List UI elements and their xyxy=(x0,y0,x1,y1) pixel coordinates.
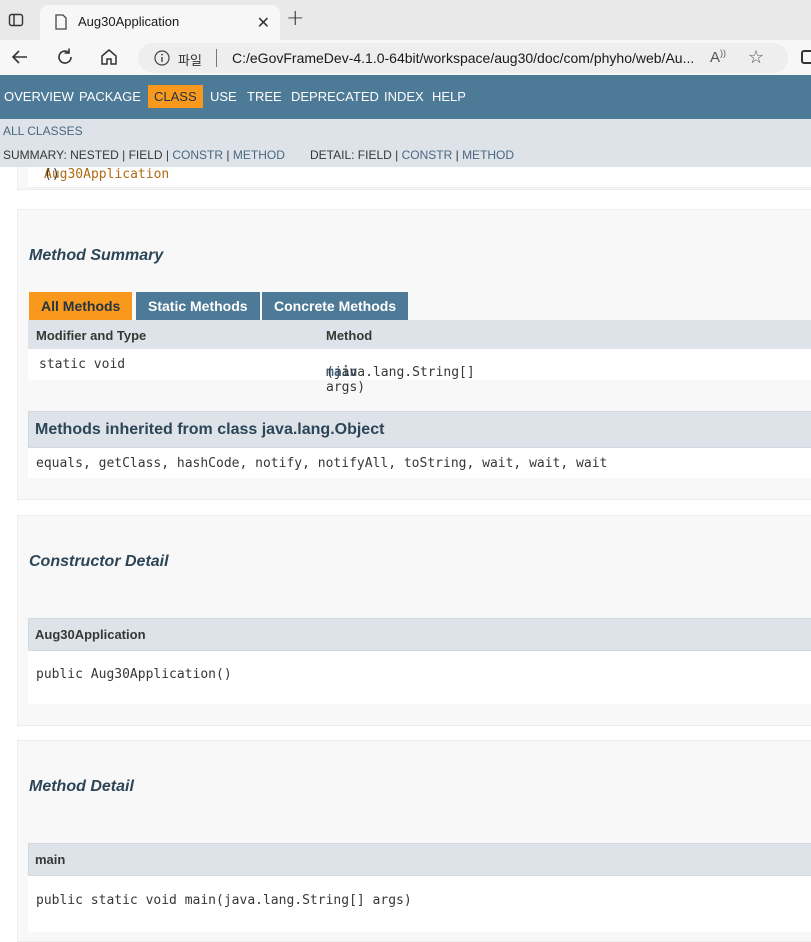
tab-static-methods[interactable]: Static Methods xyxy=(136,292,260,320)
new-tab-button[interactable]: + xyxy=(286,6,304,31)
nav-index[interactable]: INDEX xyxy=(384,89,424,104)
home-icon[interactable] xyxy=(98,46,120,68)
detail-constr-link[interactable]: CONSTR xyxy=(402,148,453,162)
nav-overview[interactable]: OVERVIEW xyxy=(4,89,74,104)
constructor-detail-header: Aug30Application xyxy=(28,618,811,651)
inherited-methods-list: equals, getClass, hashCode, notify, noti… xyxy=(28,448,811,478)
col-method: Method xyxy=(326,328,373,343)
inherited-methods-header: Methods inherited from class java.lang.O… xyxy=(28,411,811,448)
address-toolbar: 파일 C:/eGovFrameDev-4.1.0-64bit/workspace… xyxy=(0,40,811,75)
constructor-parens: () xyxy=(44,167,60,182)
summary-sep: | xyxy=(223,148,233,162)
constructor-summary-row: Aug30Application() xyxy=(28,167,811,188)
window-menu-icon[interactable] xyxy=(8,12,24,28)
detail-nav: DETAIL: FIELD | CONSTR | METHOD xyxy=(310,148,514,162)
detail-method-link[interactable]: METHOD xyxy=(462,148,514,162)
method-detail-name: main xyxy=(35,852,66,867)
summary-constr-link[interactable]: CONSTR xyxy=(172,148,223,162)
tab-concrete-methods[interactable]: Concrete Methods xyxy=(262,292,409,320)
nav-help[interactable]: HELP xyxy=(432,89,466,104)
tab-title: Aug30Application xyxy=(78,14,180,29)
constructor-detail-name: Aug30Application xyxy=(35,627,146,642)
constructor-signature: public Aug30Application() xyxy=(36,667,232,682)
back-icon[interactable] xyxy=(9,46,31,68)
method-detail-title: Method Detail xyxy=(29,778,134,795)
constructor-link[interactable]: Aug30Application xyxy=(44,167,169,182)
constructor-detail-body: public Aug30Application() xyxy=(28,651,811,704)
method-detail-header: main xyxy=(28,843,811,876)
info-icon[interactable] xyxy=(154,50,170,66)
page-icon xyxy=(55,14,67,30)
browser-tab[interactable]: Aug30Application ✕ xyxy=(40,5,280,40)
inherited-methods-title: Methods inherited from class java.lang.O… xyxy=(35,421,385,438)
nav-tree[interactable]: TREE xyxy=(247,89,282,104)
nav-package[interactable]: PACKAGE xyxy=(79,89,141,104)
detail-prefix: DETAIL: FIELD | xyxy=(310,148,402,162)
nav-use[interactable]: USE xyxy=(210,89,237,104)
divider xyxy=(216,49,217,67)
constructor-detail-title: Constructor Detail xyxy=(29,553,169,570)
all-classes-link[interactable]: ALL CLASSES xyxy=(3,124,83,138)
top-navbar: OVERVIEW PACKAGE CLASS USE TREE DEPRECAT… xyxy=(0,75,811,119)
tab-all-methods[interactable]: All Methods xyxy=(29,292,133,320)
url-text[interactable]: C:/eGovFrameDev-4.1.0-64bit/workspace/au… xyxy=(232,50,694,66)
browser-tab-strip: Aug30Application ✕ + xyxy=(0,0,811,40)
nav-deprecated[interactable]: DEPRECATED xyxy=(291,89,379,104)
detail-sep: | xyxy=(452,148,463,162)
table-row: static void main (java.lang.String[] args… xyxy=(28,349,811,395)
col-modifier-type: Modifier and Type xyxy=(36,328,147,343)
close-tab-icon[interactable]: ✕ xyxy=(257,13,270,32)
summary-prefix: SUMMARY: NESTED | FIELD | xyxy=(3,148,173,162)
summary-nav: SUMMARY: NESTED | FIELD | CONSTR | METHO… xyxy=(3,148,285,162)
favorite-star-icon[interactable]: ☆ xyxy=(748,47,764,68)
refresh-icon[interactable] xyxy=(54,46,76,68)
collections-icon[interactable] xyxy=(801,50,811,64)
read-aloud-icon[interactable]: A)) xyxy=(710,48,726,66)
method-summary-title: Method Summary xyxy=(29,247,164,264)
method-detail-body: public static void main(java.lang.String… xyxy=(28,876,811,932)
sub-navbar: ALL CLASSES SUMMARY: NESTED | FIELD | CO… xyxy=(0,119,811,167)
method-table-header: Modifier and Type Method xyxy=(28,320,811,349)
method-params: (java.lang.String[] args) xyxy=(326,365,475,395)
method-signature: public static void main(java.lang.String… xyxy=(36,893,412,908)
modifier-cell: static void xyxy=(39,357,126,372)
nav-class: CLASS xyxy=(148,85,203,108)
inherited-methods-text[interactable]: equals, getClass, hashCode, notify, noti… xyxy=(36,456,607,471)
address-bar[interactable]: 파일 C:/eGovFrameDev-4.1.0-64bit/workspace… xyxy=(138,43,788,73)
summary-method-link[interactable]: METHOD xyxy=(233,148,285,162)
file-scheme-label: 파일 xyxy=(178,54,202,69)
